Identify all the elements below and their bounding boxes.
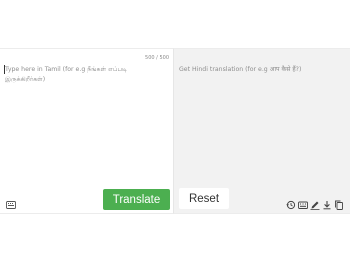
keyboard-icon[interactable]: [298, 200, 308, 210]
copy-icon[interactable]: [334, 200, 344, 210]
history-icon[interactable]: [286, 200, 296, 210]
char-counter: 500 / 500: [145, 55, 169, 61]
reset-button[interactable]: Reset: [179, 188, 229, 209]
translator-panel: 500 / 500 Translate Get Hindi translatio…: [0, 48, 350, 214]
download-icon[interactable]: [322, 200, 332, 210]
translate-button[interactable]: Translate: [103, 189, 170, 210]
keyboard-icon[interactable]: [6, 201, 16, 209]
edit-icon[interactable]: [310, 200, 320, 210]
output-placeholder: Get Hindi translation (for e.g आप कैसे ह…: [179, 66, 302, 73]
source-text-input[interactable]: [5, 65, 165, 185]
source-panel: 500 / 500 Translate: [0, 48, 174, 214]
output-toolbar: [286, 200, 346, 210]
